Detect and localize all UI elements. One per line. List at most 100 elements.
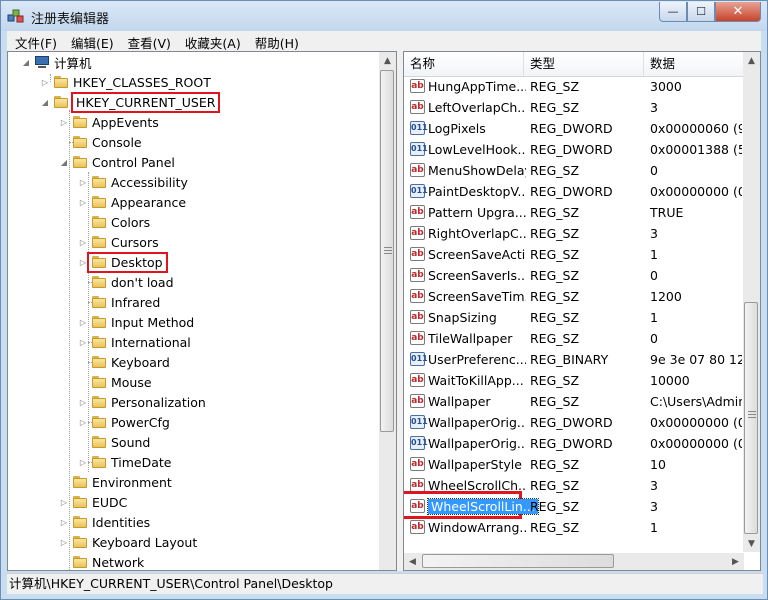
value-row[interactable]: ab RightOverlapC... REG_SZ 3	[404, 223, 744, 244]
value-row[interactable]: 011 WallpaperOrig... REG_DWORD 0x00000000 (…	[404, 412, 744, 433]
tree-node-appearance[interactable]: ▷ Appearance	[77, 192, 186, 212]
column-header-name[interactable]: 名称	[404, 52, 524, 76]
value-row[interactable]: 011 PaintDesktopV... REG_DWORD 0x00000000 (…	[404, 181, 744, 202]
tree-node-sound[interactable]: Sound	[77, 432, 150, 452]
tree-node-eudc[interactable]: ▷ EUDC	[58, 492, 127, 512]
tree-node-timedate[interactable]: ▷ TimeDate	[77, 452, 172, 472]
collapse-arrow-icon[interactable]: ◢	[58, 158, 70, 167]
value-row[interactable]: ab Pattern Upgra... REG_SZ TRUE	[404, 202, 744, 223]
tree-node-environment[interactable]: Environment	[58, 472, 172, 492]
tree-node-powercfg[interactable]: ▷ PowerCfg	[77, 412, 170, 432]
expand-arrow-icon[interactable]: ▷	[77, 198, 89, 207]
tree-node-cursors[interactable]: ▷ Cursors	[77, 232, 159, 252]
value-row[interactable]: 011 UserPreferenc... REG_BINARY 9e 3e 07 80…	[404, 349, 744, 370]
scroll-down-arrow-icon[interactable]: ▼	[743, 535, 760, 552]
tree-node-hkcr[interactable]: ▷ HKEY_CLASSES_ROOT	[39, 72, 211, 92]
scrollbar-thumb[interactable]	[380, 70, 394, 432]
value-row[interactable]: ab ScreenSaveTim... REG_SZ 1200	[404, 286, 744, 307]
value-name: PaintDesktopV...	[428, 184, 526, 199]
tree-node-label: HKEY_CLASSES_ROOT	[73, 74, 211, 90]
tree-node-input-method[interactable]: ▷ Input Method	[77, 312, 194, 332]
value-row[interactable]: ab WindowArrang... REG_SZ 1	[404, 517, 744, 538]
expand-arrow-icon[interactable]: ▷	[77, 458, 89, 467]
expand-arrow-icon[interactable]: ▷	[77, 338, 89, 347]
registry-values-pane[interactable]: 名称 类型 数据 ab HungAppTime... REG_SZ 3000 ab Lef…	[403, 51, 761, 571]
expand-arrow-icon[interactable]: ▷	[77, 418, 89, 427]
tree-node-network[interactable]: Network	[58, 552, 144, 570]
tree-node-computer[interactable]: ◢ 计算机	[20, 52, 92, 72]
binary-value-icon: 011	[410, 121, 428, 135]
expand-arrow-icon[interactable]: ▷	[77, 398, 89, 407]
value-row[interactable]: ab WheelScrollLin... REG_SZ 3	[404, 491, 744, 519]
expand-arrow-icon[interactable]: ▷	[58, 498, 70, 507]
value-row[interactable]: abScreenSaveActi... REG_SZ 1	[404, 244, 744, 265]
column-header-type[interactable]: 类型	[524, 52, 644, 76]
tree-node-control-panel[interactable]: ◢ Control Panel	[58, 152, 175, 172]
menu-file[interactable]: 文件(F)	[7, 31, 63, 51]
hscrollbar-thumb[interactable]	[422, 554, 614, 568]
value-type: REG_DWORD	[530, 436, 613, 451]
tree-node-mouse[interactable]: Mouse	[77, 372, 152, 392]
tree-node-identities[interactable]: ▷ Identities	[58, 512, 150, 532]
scroll-left-arrow-icon[interactable]: ◀	[404, 553, 421, 570]
expand-arrow-icon[interactable]: ▷	[58, 518, 70, 527]
value-row[interactable]: ab HungAppTime... REG_SZ 3000	[404, 76, 744, 97]
tree-node-accessibility[interactable]: ▷ Accessibility	[77, 172, 188, 192]
value-row[interactable]: ab SnapSizing REG_SZ 1	[404, 307, 744, 328]
tree-node-keyboard-layout[interactable]: ▷ Keyboard Layout	[58, 532, 197, 552]
menu-view[interactable]: 查看(V)	[120, 31, 177, 51]
value-row[interactable]: 011LogPixels REG_DWORD 0x00000060 (96)	[404, 118, 744, 139]
tree-node-infrared[interactable]: Infrared	[77, 292, 160, 312]
value-row[interactable]: ab WallpaperStyle REG_SZ 10	[404, 454, 744, 475]
scroll-up-arrow-icon[interactable]: ▲	[743, 52, 760, 69]
value-row[interactable]: ab LeftOverlapCh... REG_SZ 3	[404, 97, 744, 118]
tree-node-console[interactable]: Console	[58, 132, 142, 152]
maximize-button[interactable]: ☐	[687, 2, 715, 22]
title-bar[interactable]: 注册表编辑器 — ☐ ✕	[1, 1, 767, 31]
expand-arrow-icon[interactable]: ▷	[58, 538, 70, 547]
tree-node-colors[interactable]: Colors	[77, 212, 150, 232]
tree-node-keyboard[interactable]: Keyboard	[77, 352, 170, 372]
expand-arrow-icon[interactable]: ▷	[58, 118, 70, 127]
value-row[interactable]: ab WaitToKillApp... REG_SZ 10000	[404, 370, 744, 391]
scrollbar-thumb[interactable]	[744, 302, 758, 534]
menu-help[interactable]: 帮助(H)	[247, 31, 305, 51]
minimize-button[interactable]: —	[659, 2, 687, 22]
expand-arrow-icon[interactable]: ▷	[77, 318, 89, 327]
close-button[interactable]: ✕	[715, 2, 761, 22]
value-type: REG_SZ	[530, 478, 580, 493]
value-row[interactable]: ab Wallpaper REG_SZ C:\Users\Admin	[404, 391, 744, 412]
value-row[interactable]: 011 WallpaperOrig... REG_DWORD 0x00000000 (…	[404, 433, 744, 454]
value-name: LogPixels	[428, 121, 486, 136]
collapse-arrow-icon[interactable]: ◢	[39, 98, 51, 107]
value-row[interactable]: ab TileWallpaper REG_SZ 0	[404, 328, 744, 349]
value-type: REG_SZ	[530, 247, 580, 262]
tree-node-desktop[interactable]: ▷ Desktop	[77, 251, 168, 273]
expand-arrow-icon[interactable]: ▷	[77, 258, 89, 267]
tree-node-personalization[interactable]: ▷ Personalization	[77, 392, 206, 412]
value-data: 3	[650, 226, 658, 241]
tree-node-international[interactable]: ▷ International	[77, 332, 191, 352]
tree-node-hkcu[interactable]: ◢ HKEY_CURRENT_USER	[39, 91, 221, 113]
expand-arrow-icon[interactable]: ▷	[77, 238, 89, 247]
value-data: 3000	[650, 79, 682, 94]
menu-edit[interactable]: 编辑(E)	[63, 31, 120, 51]
collapse-arrow-icon[interactable]: ◢	[20, 58, 32, 67]
tree-vertical-scrollbar[interactable]: ▲	[379, 52, 396, 570]
scroll-up-arrow-icon[interactable]: ▲	[379, 52, 396, 69]
expand-arrow-icon[interactable]: ▷	[39, 78, 51, 87]
list-header: 名称 类型 数据	[404, 52, 744, 77]
value-name: MenuShowDelay	[428, 163, 526, 178]
value-row[interactable]: ab ScreenSaverIs... REG_SZ 0	[404, 265, 744, 286]
scroll-right-arrow-icon[interactable]: ▶	[727, 553, 744, 570]
list-vertical-scrollbar[interactable]: ▲ ▼	[743, 52, 760, 552]
menu-favorites[interactable]: 收藏夹(A)	[177, 31, 247, 51]
value-row[interactable]: 011LowLevelHook... REG_DWORD 0x00001388 (5…	[404, 139, 744, 160]
list-horizontal-scrollbar[interactable]: ◀ ▶	[404, 553, 744, 570]
tree-node-dont-load[interactable]: don't load	[77, 272, 174, 292]
registry-tree-pane[interactable]: ◢ 计算机 ▷ HKEY_CLASSES_ROOT ◢ HKEY_CURRENT…	[7, 51, 397, 571]
tree-node-appevents[interactable]: ▷ AppEvents	[58, 112, 159, 132]
expand-arrow-icon[interactable]: ▷	[77, 178, 89, 187]
value-row[interactable]: ab MenuShowDelay REG_SZ 0	[404, 160, 744, 181]
value-type: REG_SZ	[530, 226, 580, 241]
